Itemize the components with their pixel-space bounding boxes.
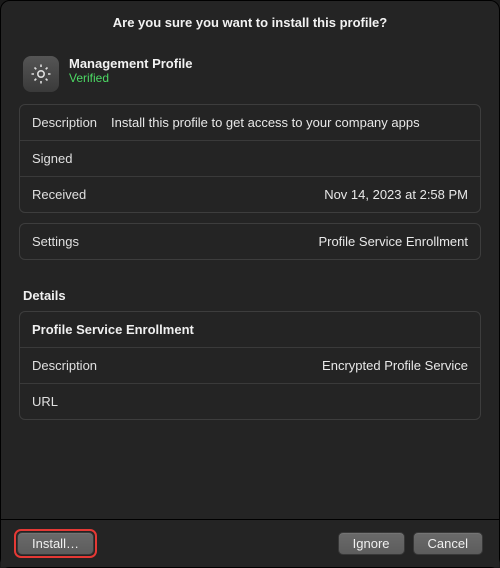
description-label: Description bbox=[32, 115, 111, 130]
settings-label: Settings bbox=[32, 234, 93, 249]
profile-status: Verified bbox=[69, 71, 193, 85]
cancel-button[interactable]: Cancel bbox=[413, 532, 483, 555]
settings-panel: Settings Profile Service Enrollment bbox=[19, 223, 481, 260]
details-heading: Profile Service Enrollment bbox=[20, 312, 480, 348]
right-buttons: Ignore Cancel bbox=[338, 532, 483, 555]
ignore-button[interactable]: Ignore bbox=[338, 532, 405, 555]
details-panel: Profile Service Enrollment Description E… bbox=[19, 311, 481, 420]
detail-description-value: Encrypted Profile Service bbox=[322, 358, 468, 373]
install-button[interactable]: Install… bbox=[17, 532, 94, 555]
row-detail-description: Description Encrypted Profile Service bbox=[20, 348, 480, 383]
detail-url-label: URL bbox=[32, 394, 72, 409]
row-description: Description Install this profile to get … bbox=[20, 105, 480, 140]
dialog-title: Are you sure you want to install this pr… bbox=[1, 1, 499, 38]
button-bar: Install… Ignore Cancel bbox=[1, 519, 499, 567]
profile-header: Management Profile Verified bbox=[19, 48, 481, 104]
detail-description-label: Description bbox=[32, 358, 111, 373]
row-settings: Settings Profile Service Enrollment bbox=[20, 224, 480, 259]
profile-info-panel: Description Install this profile to get … bbox=[19, 104, 481, 213]
gear-icon bbox=[23, 56, 59, 92]
received-value: Nov 14, 2023 at 2:58 PM bbox=[324, 187, 468, 202]
description-value: Install this profile to get access to yo… bbox=[111, 115, 468, 130]
install-highlight: Install… bbox=[17, 532, 94, 555]
profile-name: Management Profile bbox=[69, 56, 193, 71]
signed-label: Signed bbox=[32, 151, 86, 166]
row-detail-url: URL bbox=[20, 383, 480, 419]
settings-value: Profile Service Enrollment bbox=[318, 234, 468, 249]
row-received: Received Nov 14, 2023 at 2:58 PM bbox=[20, 176, 480, 212]
row-signed: Signed bbox=[20, 140, 480, 176]
profile-titles: Management Profile Verified bbox=[69, 56, 193, 85]
dialog-content: Management Profile Verified Description … bbox=[1, 38, 499, 519]
details-section-title: Details bbox=[19, 270, 481, 311]
received-label: Received bbox=[32, 187, 100, 202]
install-profile-dialog: Are you sure you want to install this pr… bbox=[0, 0, 500, 568]
